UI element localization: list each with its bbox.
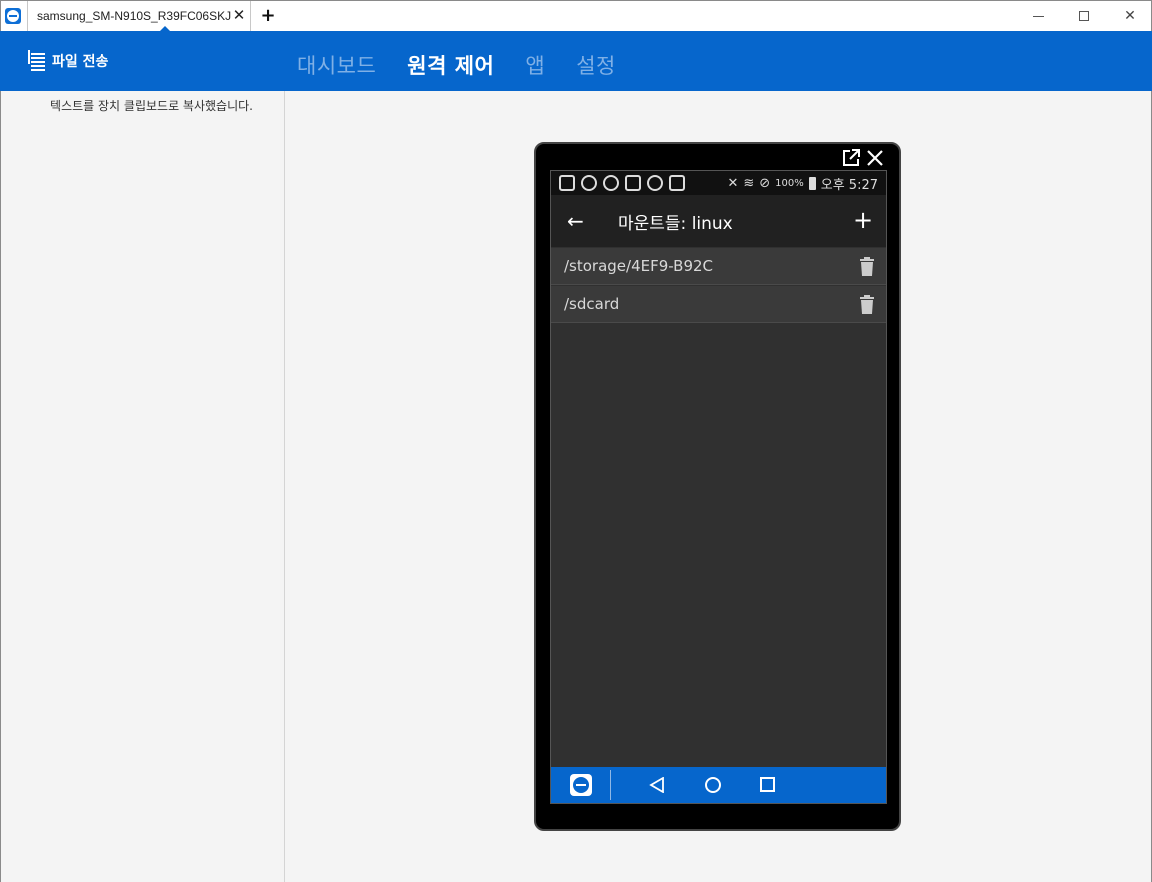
window-titlebar: samsung_SM-N910S_R39FC06SKJ ✕ + ✕ [0,0,1152,32]
battery-percent: 100% [775,178,804,189]
mount-path: /storage/4EF9-B92C [564,257,714,275]
tab-settings[interactable]: 설정 [576,50,616,80]
android-nav-bar [551,767,886,803]
file-transfer-button[interactable]: 파일 전송 [28,49,108,73]
eye-icon [603,175,619,191]
teamviewer-logo-icon [5,8,21,24]
device-screen[interactable]: ✕ ≋ ⊘ 100% 오후 5:27 ← 마운트들: linux + /stor… [550,170,887,804]
teamviewer-host-icon [669,175,685,191]
device-frame: ✕ ≋ ⊘ 100% 오후 5:27 ← 마운트들: linux + /stor… [534,142,901,831]
nav-divider [610,770,611,800]
main-nav: 대시보드 원격 제어 앱 설정 [297,50,647,80]
teamviewer-icon[interactable] [570,774,592,796]
coffee-icon [647,175,663,191]
trash-icon[interactable] [859,295,875,314]
file-transfer-label: 파일 전송 [52,54,109,70]
tab-apps[interactable]: 앱 [525,50,545,80]
trash-icon[interactable] [859,257,875,276]
nav-home-icon[interactable] [705,777,721,793]
close-icon[interactable]: ✕ [1107,1,1152,31]
tab-close-icon[interactable]: ✕ [231,7,247,23]
new-tab-button[interactable]: + [259,7,277,25]
do-not-disturb-icon [581,175,597,191]
battery-icon [808,177,816,190]
list-item[interactable]: /storage/4EF9-B92C [551,248,886,285]
tab-dashboard[interactable]: 대시보드 [297,50,376,80]
page-title: 마운트들: linux [618,214,733,234]
main-header: 파일 전송 대시보드 원격 제어 앱 설정 [0,31,1152,91]
teamviewer-notification-icon [625,175,641,191]
tab-device[interactable]: samsung_SM-N910S_R39FC06SKJ ✕ [27,1,251,32]
clipboard-notification: 텍스트를 장치 클립보드로 복사했습니다. [50,99,253,113]
list-item[interactable]: /sdcard [551,286,886,323]
android-status-bar: ✕ ≋ ⊘ 100% 오후 5:27 [551,171,886,195]
add-mount-icon[interactable]: + [851,207,875,233]
left-panel: 텍스트를 장치 클립보드로 복사했습니다. [0,91,285,882]
tab-label: samsung_SM-N910S_R39FC06SKJ [37,9,232,23]
mount-path: /sdcard [564,295,620,313]
minimize-icon[interactable] [1015,1,1061,31]
block-icon: ⊘ [759,176,771,191]
status-time: 오후 5:27 [820,178,878,193]
maximize-icon[interactable] [1061,1,1107,31]
app-bar: ← 마운트들: linux + [551,195,886,247]
mute-icon: ✕ [727,176,739,191]
nav-recent-apps-icon[interactable] [760,777,775,792]
tab-remote-control[interactable]: 원격 제어 [407,50,494,80]
wifi-icon: ≋ [743,176,755,191]
file-transfer-icon [28,50,46,72]
back-arrow-icon[interactable]: ← [567,209,587,233]
popout-icon[interactable] [842,149,860,167]
message-icon [559,175,575,191]
nav-back-icon[interactable] [649,777,665,793]
close-device-view-icon[interactable] [866,149,884,167]
mount-list: /storage/4EF9-B92C /sdcard [551,248,886,324]
